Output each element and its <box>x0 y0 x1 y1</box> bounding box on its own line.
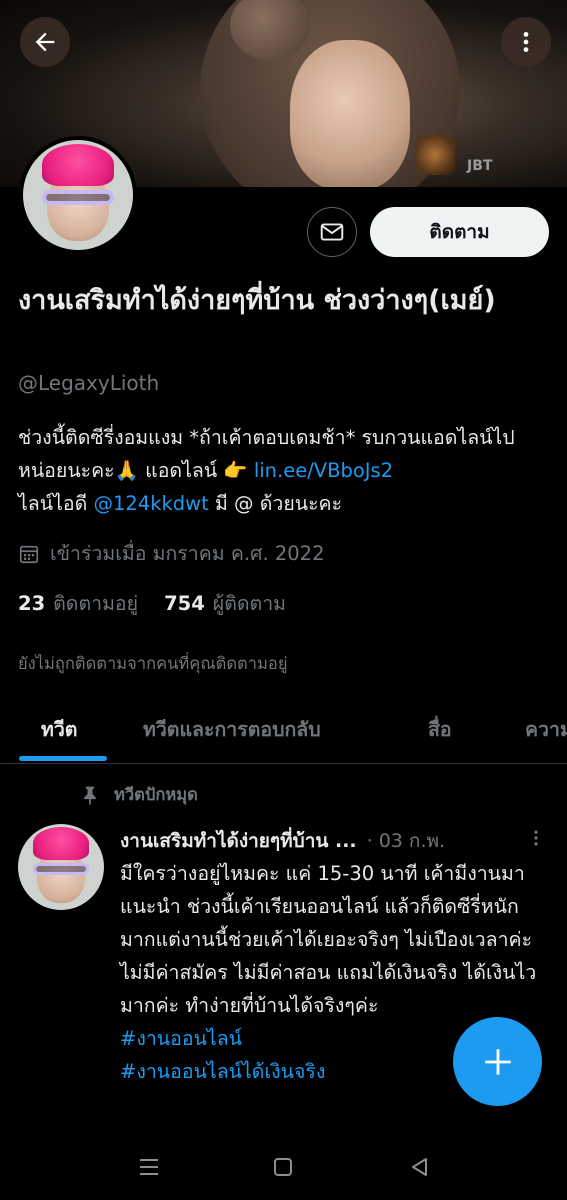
calendar-icon <box>19 545 39 563</box>
message-button[interactable] <box>307 207 357 257</box>
follow-button[interactable]: ติดตาม <box>370 207 549 257</box>
system-back-button[interactable] <box>406 1154 432 1180</box>
tweet-text: มีใครว่างอยู่ไหมคะ แค่ 15-30 นาที เค้ามี… <box>120 862 537 1017</box>
avatar-beanie <box>41 144 115 187</box>
tweet-more-button[interactable] <box>526 826 546 854</box>
hashtag-link[interactable]: #งานออนไลน์ <box>120 1027 242 1050</box>
tweet-avatar-beanie <box>32 827 90 861</box>
followers-label: ผู้ติดตาม <box>212 592 287 615</box>
not-followed-notice: ยังไม่ถูกติดตามจากคนที่คุณติดตามอยู่ <box>18 654 288 673</box>
more-vertical-icon <box>523 32 529 52</box>
followers-count: 754 <box>164 592 205 615</box>
tweet-date[interactable]: · 03 ก.พ. <box>367 826 445 856</box>
recent-apps-button[interactable] <box>136 1154 162 1180</box>
bio-mention[interactable]: @124kkdwt <box>93 492 208 515</box>
square-icon <box>274 1158 292 1176</box>
avatar-glasses <box>41 189 115 205</box>
plus-icon <box>484 1048 511 1075</box>
followers-stat[interactable]: 754 ผู้ติดตาม <box>164 588 286 619</box>
tweet-header: งานเสริมทำได้ง่ายๆที่บ้าน ... · 03 ก.พ. <box>120 826 520 856</box>
mail-icon <box>320 223 344 241</box>
profile-stats: 23 ติดตามอยู่ 754 ผู้ติดตาม <box>18 588 286 619</box>
following-stat[interactable]: 23 ติดตามอยู่ <box>18 588 138 619</box>
pin-icon <box>84 786 96 805</box>
following-count: 23 <box>18 592 46 615</box>
profile-tabs: ทวีต ทวีตและการตอบกลับ สื่อ ความ <box>0 698 567 764</box>
tab-likes[interactable]: ความ <box>525 714 567 745</box>
following-label: ติดตามอยู่ <box>53 592 139 615</box>
bio-link[interactable]: lin.ee/VBboJs2 <box>254 459 393 482</box>
profile-name: งานเสริมทำได้ง่ายๆที่บ้าน ช่วงว่างๆ(เมย์… <box>18 285 496 316</box>
tweet-avatar[interactable] <box>18 824 104 910</box>
arrow-left-icon <box>35 32 55 52</box>
profile-bio: ช่วงนี้ติดซีรี่งอมแงม *ถ้าเค้าตอบเดมช้า*… <box>18 421 553 520</box>
banner-face <box>290 40 410 187</box>
more-options-button[interactable] <box>501 17 551 67</box>
more-vertical-icon <box>534 830 538 846</box>
compose-tweet-button[interactable] <box>453 1017 542 1106</box>
pinned-text: ทวีตปักหมุด <box>114 785 198 804</box>
bio-text-2: ไลน์ไอดี <box>18 492 94 515</box>
tweet-author[interactable]: งานเสริมทำได้ง่ายๆที่บ้าน ... <box>120 826 357 856</box>
joined-text: เข้าร่วมเมื่อ มกราคม ค.ศ. 2022 <box>50 542 325 565</box>
tab-tweets[interactable]: ทวีต <box>41 714 77 745</box>
menu-lines-icon <box>140 1159 158 1175</box>
joined-date: เข้าร่วมเมื่อ มกราคม ค.ศ. 2022 <box>18 538 324 569</box>
profile-handle: @LegaxyLioth <box>18 371 160 395</box>
back-button[interactable] <box>20 17 70 67</box>
hashtag-link[interactable]: #งานออนไลน์ได้เงินจริง <box>120 1060 325 1083</box>
banner-light <box>415 135 455 175</box>
bio-text-3: มี @ ด้วยนะคะ <box>208 492 343 515</box>
tweet-avatar-glasses <box>32 862 90 875</box>
home-button[interactable] <box>270 1154 296 1180</box>
active-tab-indicator <box>19 756 107 761</box>
profile-avatar[interactable] <box>19 136 137 254</box>
banner-watermark: JBT <box>467 158 493 174</box>
tab-tweets-replies[interactable]: ทวีตและการตอบกลับ <box>143 714 321 745</box>
system-navigation-bar <box>0 1132 567 1200</box>
pinned-tweet-label: ทวีตปักหมุด <box>80 782 198 808</box>
tab-media[interactable]: สื่อ <box>428 714 452 745</box>
triangle-back-icon <box>412 1158 427 1176</box>
